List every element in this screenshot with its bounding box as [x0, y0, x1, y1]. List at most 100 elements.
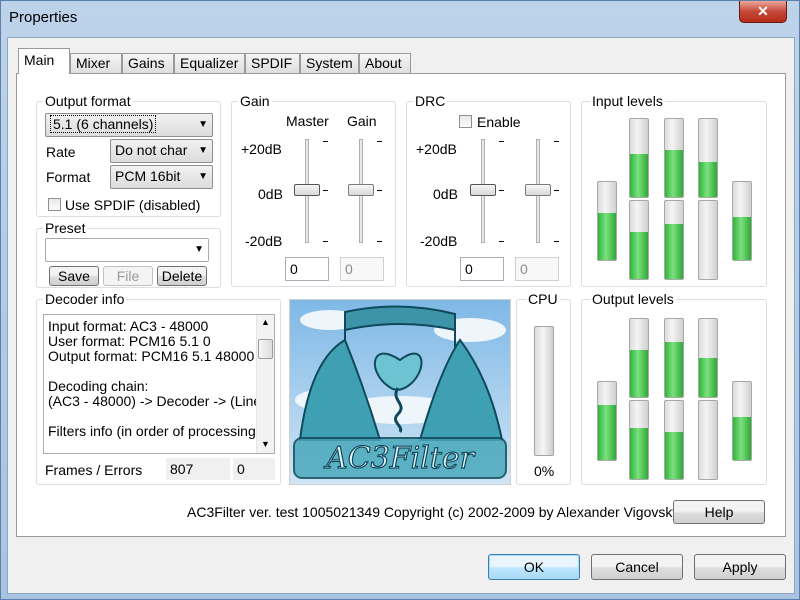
input-level-meter [698, 200, 718, 280]
decoder-info-text[interactable]: Input format: AC3 - 48000 User format: PC… [43, 314, 275, 454]
drc-slider1-thumb[interactable] [470, 184, 496, 196]
output-level-meter-fill [665, 342, 683, 397]
output-level-meter-fill [630, 428, 648, 479]
drc-slider2-thumb[interactable] [525, 184, 551, 196]
preset-combo[interactable]: ▼ [45, 238, 209, 262]
close-button[interactable]: ✕ [739, 1, 787, 23]
gain-scale-0: 0dB [258, 186, 283, 202]
help-button[interactable]: Help [673, 500, 765, 524]
frames-count: 807 [166, 458, 230, 480]
drc-enable-label: Enable [477, 114, 521, 130]
input-level-meter [629, 200, 649, 280]
format-label: Format [46, 169, 91, 185]
slider-tick [377, 190, 382, 191]
input-level-meter [664, 118, 684, 198]
slider-tick [323, 241, 328, 242]
file-preset-button[interactable]: File [103, 266, 153, 286]
input-level-meter-fill [630, 232, 648, 279]
slider-tick [554, 141, 559, 142]
output-levels-label: Output levels [590, 291, 676, 307]
slider-tick [499, 190, 504, 191]
chevron-down-icon: ▼ [198, 145, 208, 156]
window-title: Properties [9, 9, 78, 26]
delete-preset-button[interactable]: Delete [157, 266, 207, 286]
tab-spdif[interactable]: SPDIF [245, 53, 300, 73]
version-copyright-text: AC3Filter ver. test 1005021349 Copyright… [187, 504, 680, 520]
drc-value1-input[interactable]: 0 [460, 257, 504, 281]
output-level-meter-fill [630, 350, 648, 397]
input-level-meter-fill [598, 213, 616, 260]
output-level-meter [664, 318, 684, 398]
slider-tick [554, 241, 559, 242]
master-gain-input[interactable]: 0 [285, 257, 329, 281]
input-level-meter [732, 181, 752, 261]
format-select[interactable]: PCM 16bit ▼ [110, 165, 213, 189]
ac3filter-logo: AC3Filter [289, 299, 511, 485]
master-slider-thumb[interactable] [294, 184, 320, 196]
decoder-info-line: Filters info (in order of processing): [48, 423, 265, 439]
decoder-info-label: Decoder info [43, 291, 127, 307]
output-level-meter [664, 400, 684, 480]
output-level-meter-fill [733, 417, 751, 460]
drc-scale-plus20: +20dB [416, 141, 457, 157]
output-level-meter [629, 400, 649, 480]
apply-button[interactable]: Apply [694, 554, 786, 580]
rate-select[interactable]: Do not char ▼ [110, 139, 213, 163]
output-level-meter [698, 318, 718, 398]
decoder-info-line: Input format: AC3 - 48000 [48, 318, 209, 334]
format-value: PCM 16bit [115, 168, 181, 184]
chevron-down-icon: ▼ [194, 244, 204, 255]
input-level-meter-fill [630, 154, 648, 197]
tab-gains[interactable]: Gains [122, 53, 174, 73]
input-levels-label: Input levels [590, 93, 665, 109]
input-level-meter-fill [665, 150, 683, 197]
input-level-meter-fill [733, 217, 751, 260]
cpu-value: 0% [534, 463, 555, 479]
tab-mixer[interactable]: Mixer [70, 53, 122, 73]
output-level-meter-fill [598, 405, 616, 460]
output-level-meter-fill [665, 432, 683, 479]
decoder-info-line: Output format: PCM16 5.1 48000 [48, 348, 255, 364]
slider-tick [323, 141, 328, 142]
tab-equalizer[interactable]: Equalizer [174, 53, 245, 73]
tab-system[interactable]: System [300, 53, 359, 73]
input-level-meter-fill [699, 162, 717, 197]
gain-scale-minus20: -20dB [245, 233, 283, 249]
cancel-button[interactable]: Cancel [591, 554, 683, 580]
tab-main[interactable]: Main [18, 48, 70, 74]
output-format-label: Output format [43, 93, 133, 109]
use-spdif-label: Use SPDIF (disabled) [65, 197, 201, 213]
save-preset-button[interactable]: Save [49, 266, 99, 286]
slider-tick [377, 241, 382, 242]
ac3filter-logo-art: AC3Filter [290, 300, 510, 484]
decoder-info-line: Decoding chain: [48, 378, 149, 394]
gain-label: Gain [238, 93, 272, 109]
decoder-info-line: (AC3 - 48000) -> Decoder -> (Line [48, 393, 262, 409]
rate-value: Do not char [115, 142, 188, 158]
output-level-meter [597, 381, 617, 461]
slider-tick [499, 241, 504, 242]
preset-label: Preset [43, 220, 88, 236]
title-bar[interactable]: Properties [1, 1, 800, 37]
gain-scale-plus20: +20dB [241, 141, 282, 157]
ok-button[interactable]: OK [488, 554, 580, 580]
input-level-meter [597, 181, 617, 261]
scroll-down-icon[interactable]: ▼ [261, 439, 270, 449]
scroll-up-icon[interactable]: ▲ [261, 317, 270, 327]
scrollbar-thumb[interactable] [258, 339, 273, 359]
tab-about[interactable]: About [359, 53, 411, 73]
gain-input[interactable]: 0 [340, 257, 384, 281]
properties-window: Properties ✕ Main Mixer Gains Equalizer … [0, 0, 800, 600]
use-spdif-checkbox[interactable] [48, 198, 61, 211]
drc-value2-input[interactable]: 0 [515, 257, 559, 281]
frames-errors-label: Frames / Errors [45, 462, 143, 478]
decoder-info-lines: Input format: AC3 - 48000 User format: PC… [48, 319, 264, 439]
drc-enable-checkbox[interactable] [459, 115, 472, 128]
channels-select[interactable]: 5.1 (6 channels) ▼ [45, 113, 213, 137]
logo-text: AC3Filter [323, 441, 476, 476]
output-level-meter [698, 400, 718, 480]
decoder-info-scrollbar[interactable]: ▲ ▼ [256, 315, 274, 453]
gain-slider-thumb[interactable] [348, 184, 374, 196]
chevron-down-icon: ▼ [198, 171, 208, 182]
channels-value: 5.1 (6 channels) [50, 115, 157, 133]
